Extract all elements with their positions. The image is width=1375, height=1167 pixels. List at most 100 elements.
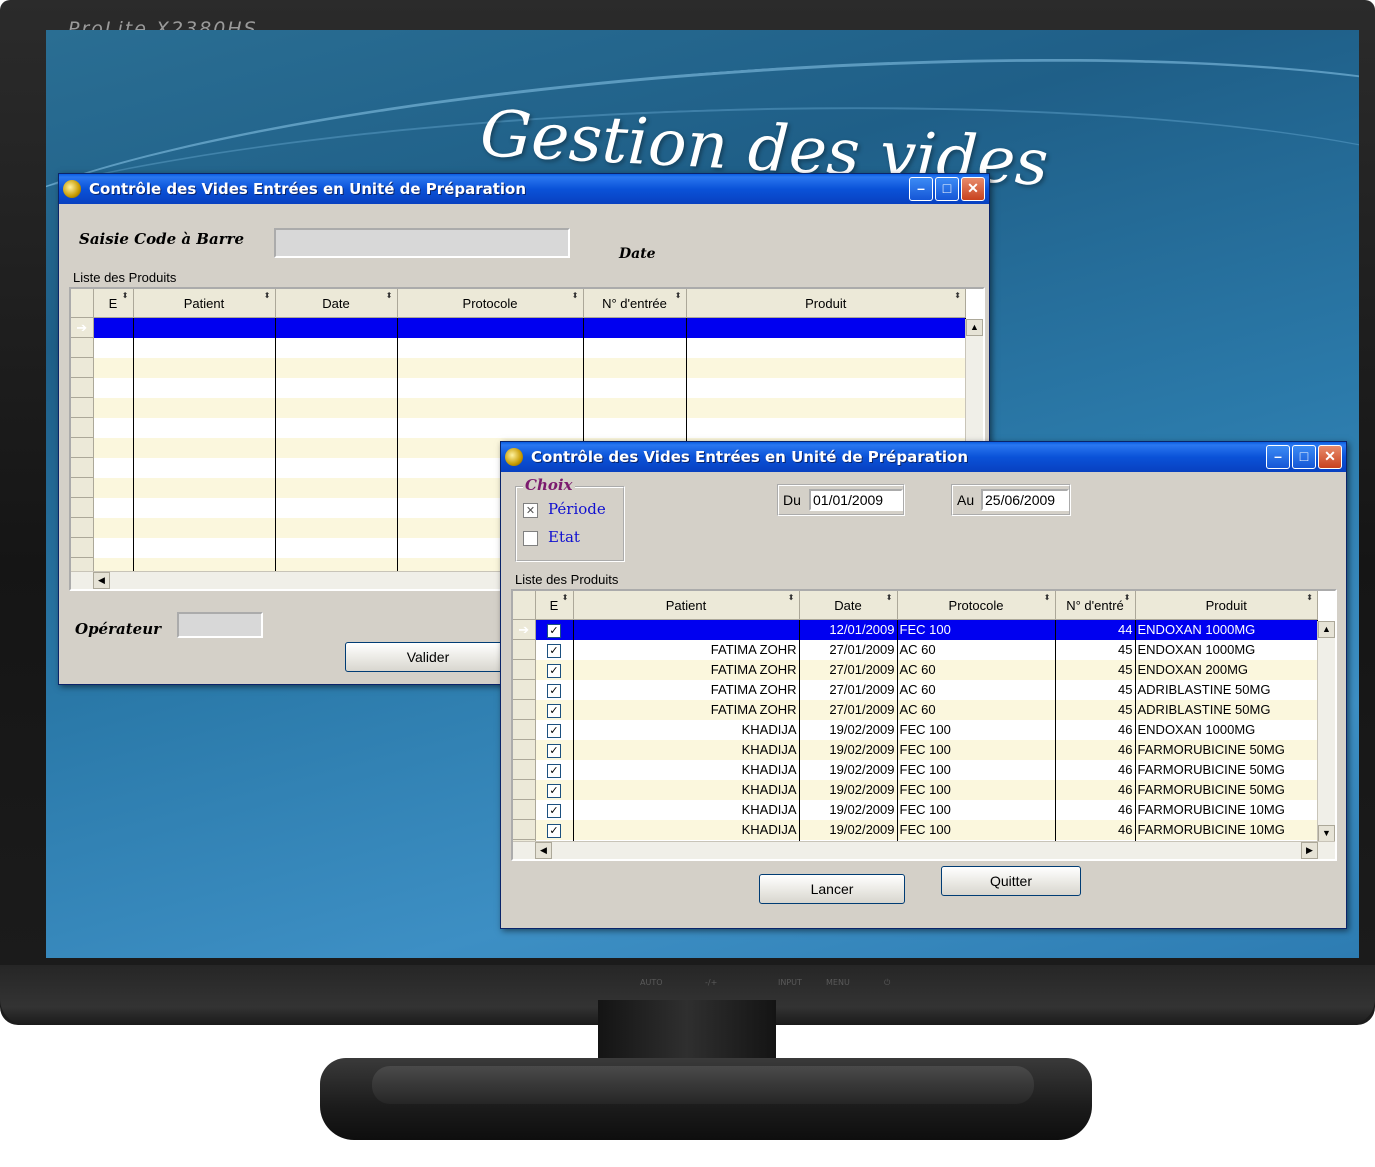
monitor-button-adjust[interactable]: -/+ (705, 978, 717, 987)
row-indicator[interactable] (513, 739, 536, 760)
cell-e[interactable]: ✓ (535, 799, 574, 820)
row-indicator[interactable] (71, 537, 94, 558)
minimize-icon[interactable]: – (909, 177, 933, 201)
cell-e[interactable]: ✓ (535, 759, 574, 780)
row-indicator[interactable] (513, 819, 536, 840)
maximize-icon[interactable]: □ (1292, 445, 1316, 469)
table-row[interactable]: ✓ KHADIJA 19/02/2009 FEC 100 46 FARMORUBICINE… (513, 819, 1318, 840)
row-indicator[interactable] (71, 457, 94, 478)
sort-arrows-icon[interactable]: ⬍ (1124, 593, 1131, 602)
table-row[interactable]: ✓ KHADIJA 19/02/2009 FEC 100 46 FARMORUBICINE… (513, 799, 1318, 820)
sort-arrows-icon[interactable]: ⬍ (562, 593, 569, 602)
monitor-power-icon[interactable]: ⏻ (884, 978, 890, 988)
table-row[interactable]: ✓ KHADIJA 19/02/2009 FEC 100 46 FARMORUBICINE… (513, 739, 1318, 760)
row-checkbox-icon[interactable]: ✓ (547, 743, 561, 758)
table-row[interactable] (71, 337, 966, 358)
row-indicator[interactable] (71, 417, 94, 438)
window-front-titlebar[interactable]: Contrôle des Vides Entrées en Unité de P… (501, 442, 1346, 472)
table-row[interactable]: ➔ (71, 317, 966, 338)
row-checkbox-icon[interactable]: ✓ (547, 763, 561, 778)
row-checkbox-icon[interactable]: ✓ (547, 723, 561, 738)
horizontal-scrollbar[interactable]: ◀ ▶ (513, 841, 1335, 859)
row-indicator[interactable] (513, 679, 536, 700)
table-row[interactable]: ✓ KHADIJA 19/02/2009 FEC 100 46 FARMORUBICINE… (513, 759, 1318, 780)
vertical-scrollbar[interactable]: ▲ ▼ (1317, 621, 1335, 842)
cell-e[interactable]: ✓ (535, 639, 574, 660)
row-indicator[interactable] (513, 639, 536, 660)
cell-e[interactable]: ✓ (535, 819, 574, 840)
col-header-n-entree[interactable]: N° d'entrée ⬍ (583, 289, 687, 318)
sort-arrows-icon[interactable]: ⬍ (1306, 593, 1313, 602)
close-icon[interactable]: ✕ (1318, 445, 1342, 469)
cell-e[interactable]: ✓ (535, 739, 574, 760)
table-row[interactable]: ✓ FATIMA ZOHR 27/01/2009 AC 60 45 ADRIBLASTIN… (513, 699, 1318, 720)
scroll-down-icon[interactable]: ▼ (1318, 825, 1335, 842)
row-indicator[interactable] (71, 477, 94, 498)
row-checkbox-icon[interactable]: ✓ (547, 663, 561, 678)
sort-arrows-icon[interactable]: ⬍ (572, 291, 579, 300)
cell-e[interactable]: ✓ (535, 719, 574, 740)
table-row[interactable]: ✓ KHADIJA 19/02/2009 FEC 100 46 FARMORUBICINE… (513, 779, 1318, 800)
sort-arrows-icon[interactable]: ⬍ (675, 291, 682, 300)
col-header-protocole[interactable]: Protocole ⬍ (897, 591, 1056, 620)
sort-arrows-icon[interactable]: ⬍ (386, 291, 393, 300)
cell-e[interactable]: ✓ (535, 699, 574, 720)
current-row-arrow-icon[interactable]: ➔ (513, 619, 536, 640)
quit-button[interactable]: Quitter (941, 866, 1081, 896)
row-checkbox-icon[interactable]: ✓ (547, 803, 561, 818)
row-indicator[interactable] (513, 719, 536, 740)
cell-e[interactable]: ✓ (535, 619, 574, 640)
row-checkbox-icon[interactable]: ✓ (547, 703, 561, 718)
row-checkbox-icon[interactable]: ✓ (547, 823, 561, 838)
row-indicator[interactable] (513, 759, 536, 780)
row-indicator[interactable] (513, 699, 536, 720)
checkbox-checked-icon[interactable]: ✕ (523, 502, 538, 518)
table-row[interactable] (71, 417, 966, 438)
row-indicator[interactable] (71, 397, 94, 418)
scroll-right-icon[interactable]: ▶ (1301, 842, 1318, 859)
row-checkbox-icon[interactable]: ✓ (547, 783, 561, 798)
monitor-button-input[interactable]: INPUT (778, 978, 802, 987)
scroll-up-icon[interactable]: ▲ (1318, 621, 1335, 638)
table-row[interactable]: ✓ FATIMA ZOHR 27/01/2009 AC 60 45 ENDOXAN 200… (513, 659, 1318, 680)
scroll-left-icon[interactable]: ◀ (93, 572, 110, 589)
sort-arrows-icon[interactable]: ⬍ (264, 291, 271, 300)
option-periode[interactable]: ✕ Période (523, 500, 606, 518)
row-checkbox-icon[interactable]: ✓ (547, 623, 561, 638)
validate-button[interactable]: Valider (345, 642, 511, 672)
operator-input[interactable] (177, 612, 263, 638)
col-header-date[interactable]: Date ⬍ (275, 289, 398, 318)
table-row[interactable] (71, 357, 966, 378)
col-header-produit[interactable]: Produit ⬍ (686, 289, 966, 318)
table-row[interactable] (71, 397, 966, 418)
row-checkbox-icon[interactable]: ✓ (547, 643, 561, 658)
row-checkbox-icon[interactable]: ✓ (547, 683, 561, 698)
maximize-icon[interactable]: □ (935, 177, 959, 201)
row-indicator[interactable] (513, 779, 536, 800)
row-indicator[interactable] (71, 437, 94, 458)
col-header-patient[interactable]: Patient ⬍ (573, 591, 800, 620)
row-indicator[interactable] (71, 377, 94, 398)
sort-arrows-icon[interactable]: ⬍ (788, 593, 795, 602)
monitor-button-auto[interactable]: AUTO (640, 978, 663, 987)
table-row[interactable]: ➔ ✓ 12/01/2009 FEC 100 44 ENDOXAN 1000MG (513, 619, 1318, 640)
col-header-patient[interactable]: Patient ⬍ (133, 289, 276, 318)
cell-e[interactable]: ✓ (535, 779, 574, 800)
row-indicator[interactable] (71, 357, 94, 378)
sort-arrows-icon[interactable]: ⬍ (1044, 593, 1051, 602)
row-indicator[interactable] (71, 517, 94, 538)
cell-e[interactable]: ✓ (535, 679, 574, 700)
barcode-input[interactable] (274, 228, 570, 258)
checkbox-empty-icon[interactable] (523, 530, 538, 546)
minimize-icon[interactable]: – (1266, 445, 1290, 469)
row-indicator[interactable] (71, 497, 94, 518)
current-row-arrow-icon[interactable]: ➔ (71, 317, 94, 338)
launch-button[interactable]: Lancer (759, 874, 905, 904)
scroll-up-icon[interactable]: ▲ (966, 319, 983, 336)
close-icon[interactable]: ✕ (961, 177, 985, 201)
col-header-protocole[interactable]: Protocole ⬍ (397, 289, 584, 318)
table-row[interactable]: ✓ FATIMA ZOHR 27/01/2009 AC 60 45 ENDOXAN 100… (513, 639, 1318, 660)
row-indicator[interactable] (513, 659, 536, 680)
table-row[interactable] (71, 377, 966, 398)
sort-arrows-icon[interactable]: ⬍ (954, 291, 961, 300)
